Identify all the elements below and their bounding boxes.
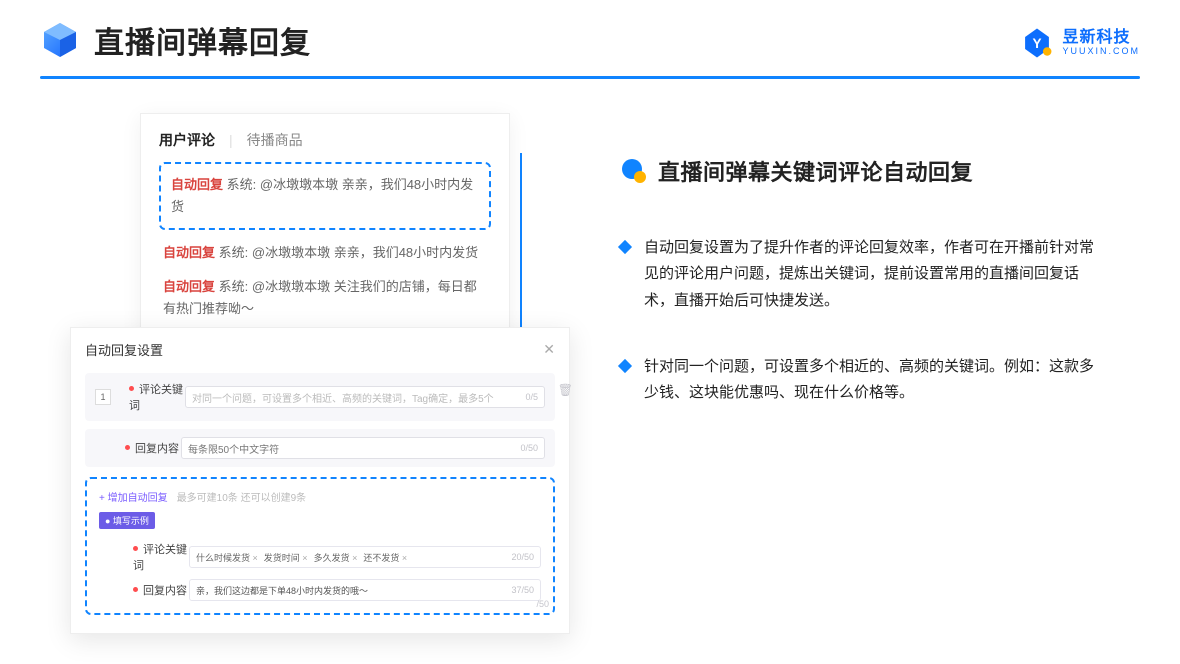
tab-separator: | [229,132,233,148]
content-label: 回复内容 [125,440,181,456]
example-keyword-chips[interactable]: 什么时候发货 发货时间 多久发货 还不发货 20/50 [189,546,541,568]
content-label: 回复内容 [133,582,189,598]
comment-row: 自动回复 系统: @冰墩墩本墩 关注我们的店铺，每日都有热门推荐呦～ [159,276,491,320]
add-hint: 最多可建10条 还可以创建9条 [177,493,306,504]
close-icon[interactable]: ✕ [543,341,555,358]
comment-text: @冰墩墩本墩 亲亲，我们48小时内发货 [252,245,478,260]
add-auto-reply-link[interactable]: + 增加自动回复 [99,493,168,504]
keyword-chip[interactable]: 发货时间 [264,551,308,564]
page-title: 直播间弹幕回复 [94,18,311,62]
keyword-label: 评论关键词 [133,541,189,573]
brand-name-en: YUUXIN.COM [1062,47,1140,57]
example-content-row: 回复内容 亲，我们这边都是下单48小时内发货的哦～ 37/50 [99,579,541,601]
comments-tabs: 用户评论 | 待播商品 [159,130,491,150]
page-header: 直播间弹幕回复 [0,0,1180,62]
brand-logo-icon: Y [1020,26,1054,60]
bubble-icon [620,158,646,184]
keyword-input[interactable]: 对同一个问题，可设置多个相近、高频的关键词，Tag确定，最多5个 0/5 [185,386,545,408]
auto-reply-badge: 自动回复 [171,177,223,192]
keyword-label: 评论关键词 [129,381,185,413]
example-keyword-row: 评论关键词 什么时候发货 发货时间 多久发货 还不发货 20/50 [99,541,541,573]
example-content-input[interactable]: 亲，我们这边都是下单48小时内发货的哦～ 37/50 [189,579,541,601]
tab-user-comments[interactable]: 用户评论 [159,130,215,150]
example-tag: ● 填写示例 [99,512,155,529]
outer-counter: /50 [536,599,549,609]
keyword-row: 1 评论关键词 对同一个问题，可设置多个相近、高频的关键词，Tag确定，最多5个… [85,373,555,421]
example-section: + 增加自动回复 最多可建10条 还可以创建9条 ● 填写示例 评论关键词 什么… [85,477,555,615]
diamond-icon [618,359,632,373]
cube-icon [40,20,80,60]
tab-pending-goods[interactable]: 待播商品 [247,130,303,150]
settings-title: 自动回复设置 [85,340,163,359]
bullet-item: 自动回复设置为了提升作者的评论回复效率，作者可在开播前针对常见的评论用户问题，提… [620,235,1140,314]
trash-icon[interactable]: 🗑 [558,383,573,397]
left-column: 用户评论 | 待播商品 自动回复 系统: @冰墩墩本墩 亲亲，我们48小时内发货… [40,113,560,446]
bullet-item: 针对同一个问题，可设置多个相近的、高频的关键词。例如：这款多少钱、这块能优惠吗、… [620,354,1140,407]
system-label: 系统: [219,279,249,294]
bullet-text: 自动回复设置为了提升作者的评论回复效率，作者可在开播前针对常见的评论用户问题，提… [644,235,1104,314]
content-row: 回复内容 每条限50个中文字符 0/50 [85,429,555,467]
bullet-text: 针对同一个问题，可设置多个相近的、高频的关键词。例如：这款多少钱、这块能优惠吗、… [644,354,1104,407]
brand-name-cn: 昱新科技 [1062,29,1140,47]
comments-card: 用户评论 | 待播商品 自动回复 系统: @冰墩墩本墩 亲亲，我们48小时内发货… [140,113,510,343]
keyword-chip[interactable]: 还不发货 [363,551,407,564]
brand-block: Y 昱新科技 YUUXIN.COM [1020,26,1140,60]
settings-card: 自动回复设置 ✕ 1 评论关键词 对同一个问题，可设置多个相近、高频的关键词，T… [70,327,570,634]
svg-text:Y: Y [1033,36,1042,51]
system-label: 系统: [219,245,249,260]
diamond-icon [618,240,632,254]
keyword-chip[interactable]: 多久发货 [314,551,358,564]
content-input[interactable]: 每条限50个中文字符 0/50 [181,437,545,459]
keyword-chip[interactable]: 什么时候发货 [196,551,258,564]
order-number: 1 [95,389,111,405]
auto-reply-badge: 自动回复 [163,245,215,260]
section-title: 直播间弹幕关键词评论自动回复 [658,155,973,187]
comment-row: 自动回复 系统: @冰墩墩本墩 亲亲，我们48小时内发货 [159,242,491,264]
system-label: 系统: [227,177,257,192]
highlighted-comment: 自动回复 系统: @冰墩墩本墩 亲亲，我们48小时内发货 [159,162,491,230]
section-header: 直播间弹幕关键词评论自动回复 [620,155,1140,187]
right-column: 直播间弹幕关键词评论自动回复 自动回复设置为了提升作者的评论回复效率，作者可在开… [560,113,1140,446]
auto-reply-badge: 自动回复 [163,279,215,294]
